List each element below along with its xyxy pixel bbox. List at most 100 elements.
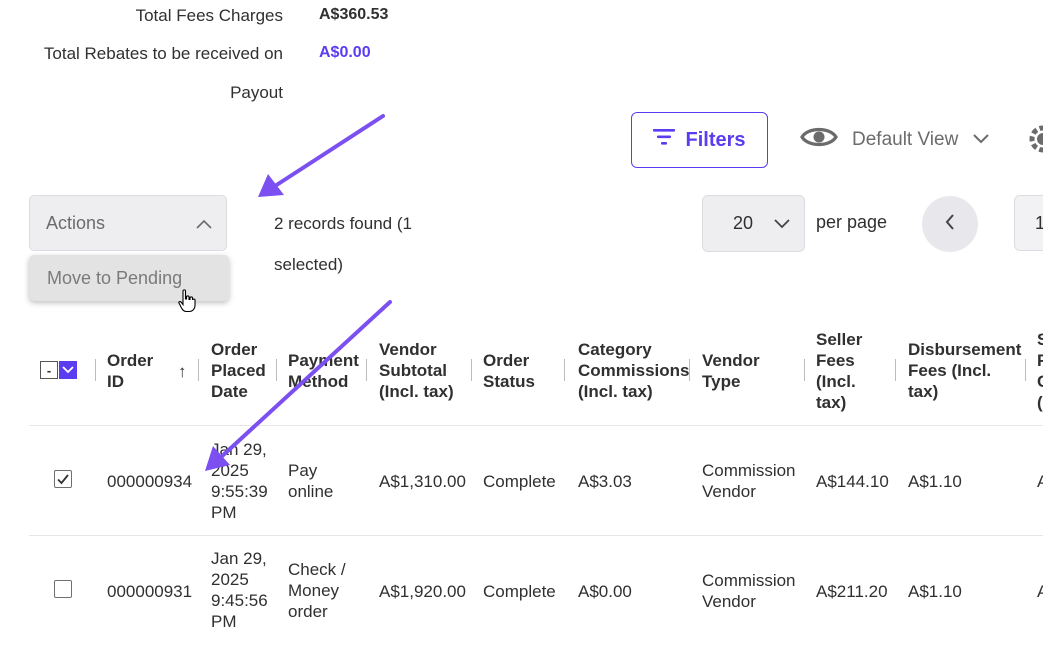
cell-line: order — [288, 602, 328, 621]
header-line: (Incl. tax) — [379, 382, 454, 401]
chevron-down-icon — [774, 213, 790, 234]
per-page-label: per page — [816, 212, 888, 232]
column-separator — [198, 359, 199, 381]
payment-method-cell: Pay online — [288, 460, 333, 502]
chevron-down-icon — [972, 129, 990, 151]
order-id-cell[interactable]: 000000934 — [107, 471, 192, 492]
filters-label: Filters — [685, 128, 746, 151]
column-header-cut-off[interactable]: S F C ( — [1037, 329, 1043, 413]
column-header-disbursement-fees[interactable]: Disbursement Fees (Incl. tax) — [908, 339, 1021, 402]
view-selector[interactable]: Default View — [800, 122, 990, 158]
header-line: Method — [288, 372, 349, 391]
cell-line: 9:45:56 — [211, 591, 268, 610]
column-separator — [895, 359, 896, 381]
total-rebates-label-line2: Payout — [230, 83, 283, 102]
records-count-line1: 2 records found (1 — [274, 214, 412, 233]
column-header-vendor-type[interactable]: Vendor Type — [702, 350, 760, 392]
actions-dropdown[interactable]: Actions — [29, 195, 227, 251]
filters-button[interactable]: Filters — [631, 112, 768, 168]
row-checkbox[interactable] — [54, 580, 72, 598]
header-line: Order — [107, 351, 154, 370]
chevron-down-icon[interactable] — [59, 361, 77, 379]
header-line: Status — [483, 372, 535, 391]
previous-page-button[interactable] — [922, 196, 978, 252]
per-page-value: 20 — [733, 213, 754, 233]
sort-ascending-icon[interactable]: ↑ — [178, 361, 187, 382]
column-separator — [95, 359, 96, 381]
eye-icon — [800, 124, 838, 156]
column-header-seller-fees[interactable]: Seller Fees (Incl. tax) — [816, 329, 862, 413]
cell-line: Jan 29, — [211, 549, 267, 568]
seller-fees-cell: A$211.20 — [816, 582, 888, 601]
gear-icon[interactable] — [1028, 124, 1043, 159]
cell-line: PM — [211, 503, 237, 522]
placed-date-cell: Jan 29, 2025 9:45:56 PM — [211, 548, 268, 632]
column-separator — [276, 359, 277, 381]
header-line: tax) — [816, 393, 847, 412]
cell-line: 2025 — [211, 461, 249, 480]
column-separator — [471, 359, 472, 381]
header-line: Vendor — [379, 340, 437, 359]
order-status-cell: Complete — [483, 472, 556, 491]
cell-line: Check / — [288, 560, 346, 579]
column-separator — [1025, 359, 1026, 381]
cell-line: Jan 29, — [211, 440, 267, 459]
view-label: Default View — [852, 129, 959, 150]
header-line: S — [1037, 330, 1043, 349]
order-id-cell[interactable]: 000000931 — [107, 581, 192, 602]
header-line: Date — [211, 382, 248, 401]
cell-line: Vendor — [702, 592, 756, 611]
vendor-subtotal-cell: A$1,920.00 — [379, 582, 466, 601]
header-line: Placed — [211, 361, 266, 380]
header-line: Seller — [816, 330, 863, 349]
column-header-category-commissions[interactable]: Category Commissions (Incl. tax) — [578, 339, 689, 402]
column-separator — [689, 359, 690, 381]
column-header-order-status[interactable]: Order Status — [483, 350, 535, 392]
bulk-deselect-button[interactable]: - — [40, 361, 58, 379]
order-status-cell: Complete — [483, 582, 556, 601]
column-header-vendor-subtotal[interactable]: Vendor Subtotal (Incl. tax) — [379, 339, 454, 402]
bulk-select-control[interactable]: - — [40, 361, 78, 379]
chevron-left-icon — [944, 213, 956, 236]
header-line: Vendor — [702, 351, 760, 370]
cell-line: Money — [288, 581, 340, 600]
category-commissions-cell: A$0.00 — [578, 582, 632, 601]
vendor-subtotal-cell: A$1,310.00 — [379, 472, 466, 491]
disbursement-fees-cell: A$1.10 — [908, 472, 962, 491]
header-line: Category — [578, 340, 652, 359]
disbursement-fees-cell: A$1.10 — [908, 582, 962, 601]
placed-date-cell: Jan 29, 2025 9:55:39 PM — [211, 439, 268, 523]
total-rebates-label-line1: Total Rebates to be received on — [43, 44, 283, 63]
header-line: (Incl. — [816, 372, 856, 391]
cut-off-cell: A — [1037, 582, 1043, 601]
header-line: Order — [211, 340, 258, 359]
row-divider — [29, 425, 1043, 426]
current-page-input[interactable]: 1 — [1014, 195, 1043, 251]
column-header-placed-date[interactable]: Order Placed Date — [211, 339, 266, 402]
cell-line: Vendor — [702, 482, 756, 501]
row-checkbox-checked[interactable] — [54, 470, 72, 488]
actions-label: Actions — [46, 212, 106, 233]
header-line: C — [1037, 371, 1043, 392]
header-line: ( — [1037, 393, 1043, 412]
cell-line: Commission — [702, 461, 796, 480]
annotation-arrow-actions — [258, 114, 385, 197]
column-header-order-id[interactable]: Order ID — [107, 350, 153, 392]
column-header-payment-method[interactable]: Payment Method — [288, 350, 359, 392]
cell-line: Commission — [702, 571, 796, 590]
header-line: tax) — [908, 382, 939, 401]
header-line: Disbursement — [908, 340, 1022, 359]
cell-line: 2025 — [211, 570, 249, 589]
header-line: Fees (Incl. — [908, 361, 992, 380]
total-fees-value: A$360.53 — [319, 6, 389, 23]
column-separator — [804, 359, 805, 381]
vendor-type-cell: Commission Vendor — [702, 570, 796, 612]
column-separator — [366, 359, 367, 381]
chevron-up-icon — [196, 213, 212, 234]
menu-item-move-to-pending[interactable]: Move to Pending — [29, 255, 229, 301]
header-line: Order — [483, 351, 530, 370]
header-line: Payment — [288, 351, 359, 370]
cut-off-cell: A — [1037, 472, 1043, 491]
header-line: Commissions — [578, 361, 690, 380]
per-page-select[interactable]: 20 — [702, 195, 805, 252]
